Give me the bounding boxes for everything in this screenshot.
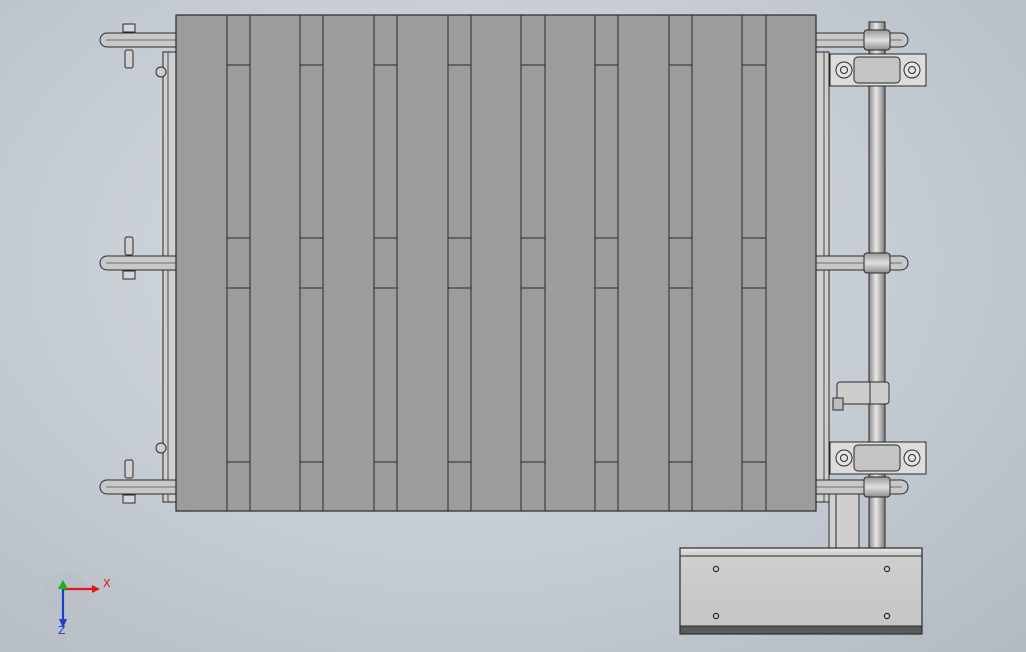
cad-viewport[interactable]: X Z [0,0,1026,652]
x-axis-label: X [103,577,111,590]
conveyor-drawing: X Z [44,14,927,637]
bearing-block-top [829,53,927,87]
bearing-block-bottom [829,441,927,475]
frame-rail-left [162,51,178,503]
axis-triad: X Z [44,572,111,637]
frame-rail-right [814,51,830,503]
motor-mount-post [828,493,860,551]
z-axis-label: Z [58,624,66,637]
gear-motor-housing [679,547,923,635]
slat-belt [175,14,817,512]
